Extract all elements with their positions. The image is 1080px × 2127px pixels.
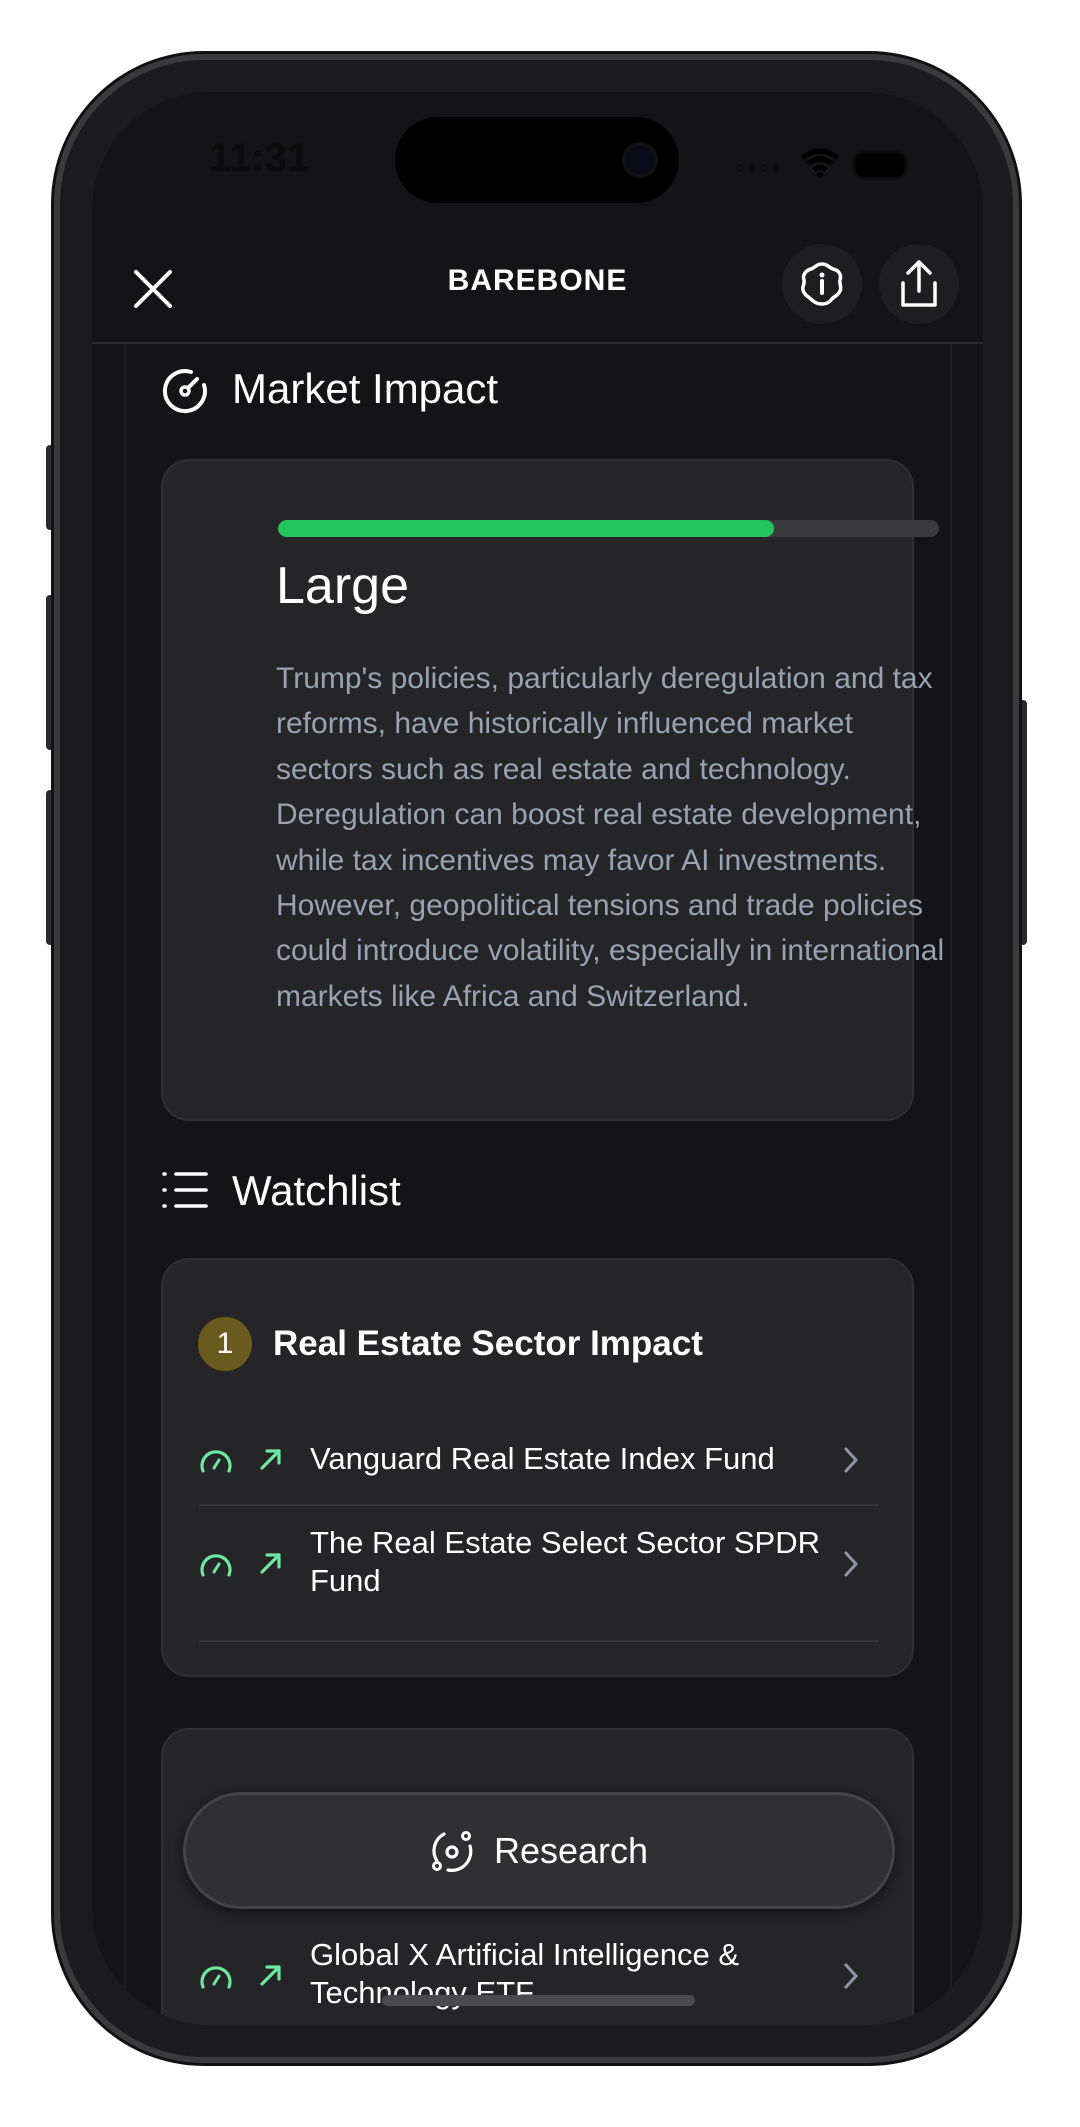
- gauge-icon: [200, 1966, 232, 1989]
- market-impact-card: Large Trump's policies, particularly der…: [161, 459, 944, 1121]
- watchlist-item[interactable]: Global X Artificial Intelligence & Techn…: [163, 1930, 916, 2020]
- info-button[interactable]: [782, 244, 862, 324]
- watchlist-group-card: 1 Real Estate Sector Impact Vanguard Rea…: [161, 1258, 914, 1677]
- chevron-right-icon: [844, 1447, 859, 1473]
- impact-description: Trump's policies, particularly deregulat…: [276, 662, 945, 1013]
- power-button: [1019, 700, 1027, 945]
- trend-up-icon: [260, 1449, 281, 1470]
- gauge-icon: [200, 1554, 232, 1577]
- gauge-icon: [162, 369, 207, 414]
- header-divider: [92, 342, 983, 344]
- status-time: 11:31: [209, 136, 310, 180]
- research-orbit-icon: [431, 1830, 473, 1872]
- share-button[interactable]: [879, 244, 959, 324]
- trend-up-icon: [260, 1965, 281, 1986]
- screen: 11:31 BAREBONE Market Impact Large Trump…: [92, 92, 983, 2025]
- content-border-left: [124, 344, 126, 2025]
- volume-down-button: [46, 790, 54, 945]
- action-button: [46, 445, 54, 530]
- info-icon: [801, 262, 843, 306]
- group-number-badge: 1: [198, 1317, 252, 1371]
- item-name: The Real Estate Select Sector SPDR Fund: [310, 1525, 821, 1598]
- chevron-right-icon: [844, 1551, 859, 1577]
- group-title: Real Estate Sector Impact: [273, 1324, 703, 1363]
- gauge-icon: [200, 1450, 232, 1473]
- research-button[interactable]: Research: [183, 1792, 895, 1909]
- item-name: Vanguard Real Estate Index Fund: [310, 1441, 775, 1476]
- section-title-watchlist: Watchlist: [232, 1167, 401, 1214]
- share-icon: [901, 260, 937, 307]
- content-border-right: [950, 344, 952, 2025]
- section-title-market-impact: Market Impact: [232, 365, 499, 412]
- impact-progress-fill: [278, 520, 774, 537]
- list-icon: [162, 1172, 208, 1208]
- impact-progress-bar: [278, 520, 939, 537]
- watchlist-item[interactable]: Vanguard Real Estate Index Fund: [163, 1426, 916, 1492]
- impact-level: Large: [276, 557, 409, 615]
- home-indicator[interactable]: [382, 1995, 695, 2006]
- research-button-label: Research: [493, 1829, 649, 1871]
- divider: [199, 1504, 879, 1506]
- watchlist-item[interactable]: The Real Estate Select Sector SPDR Fund: [163, 1518, 916, 1608]
- divider: [199, 1640, 879, 1642]
- camera: [622, 142, 658, 178]
- watchlist-group-card: Global X Artificial Intelligence & Techn…: [161, 1728, 914, 2025]
- chevron-right-icon: [844, 1963, 859, 1989]
- volume-up-button: [46, 595, 54, 750]
- trend-up-icon: [260, 1553, 281, 1574]
- status-icons: [736, 148, 908, 180]
